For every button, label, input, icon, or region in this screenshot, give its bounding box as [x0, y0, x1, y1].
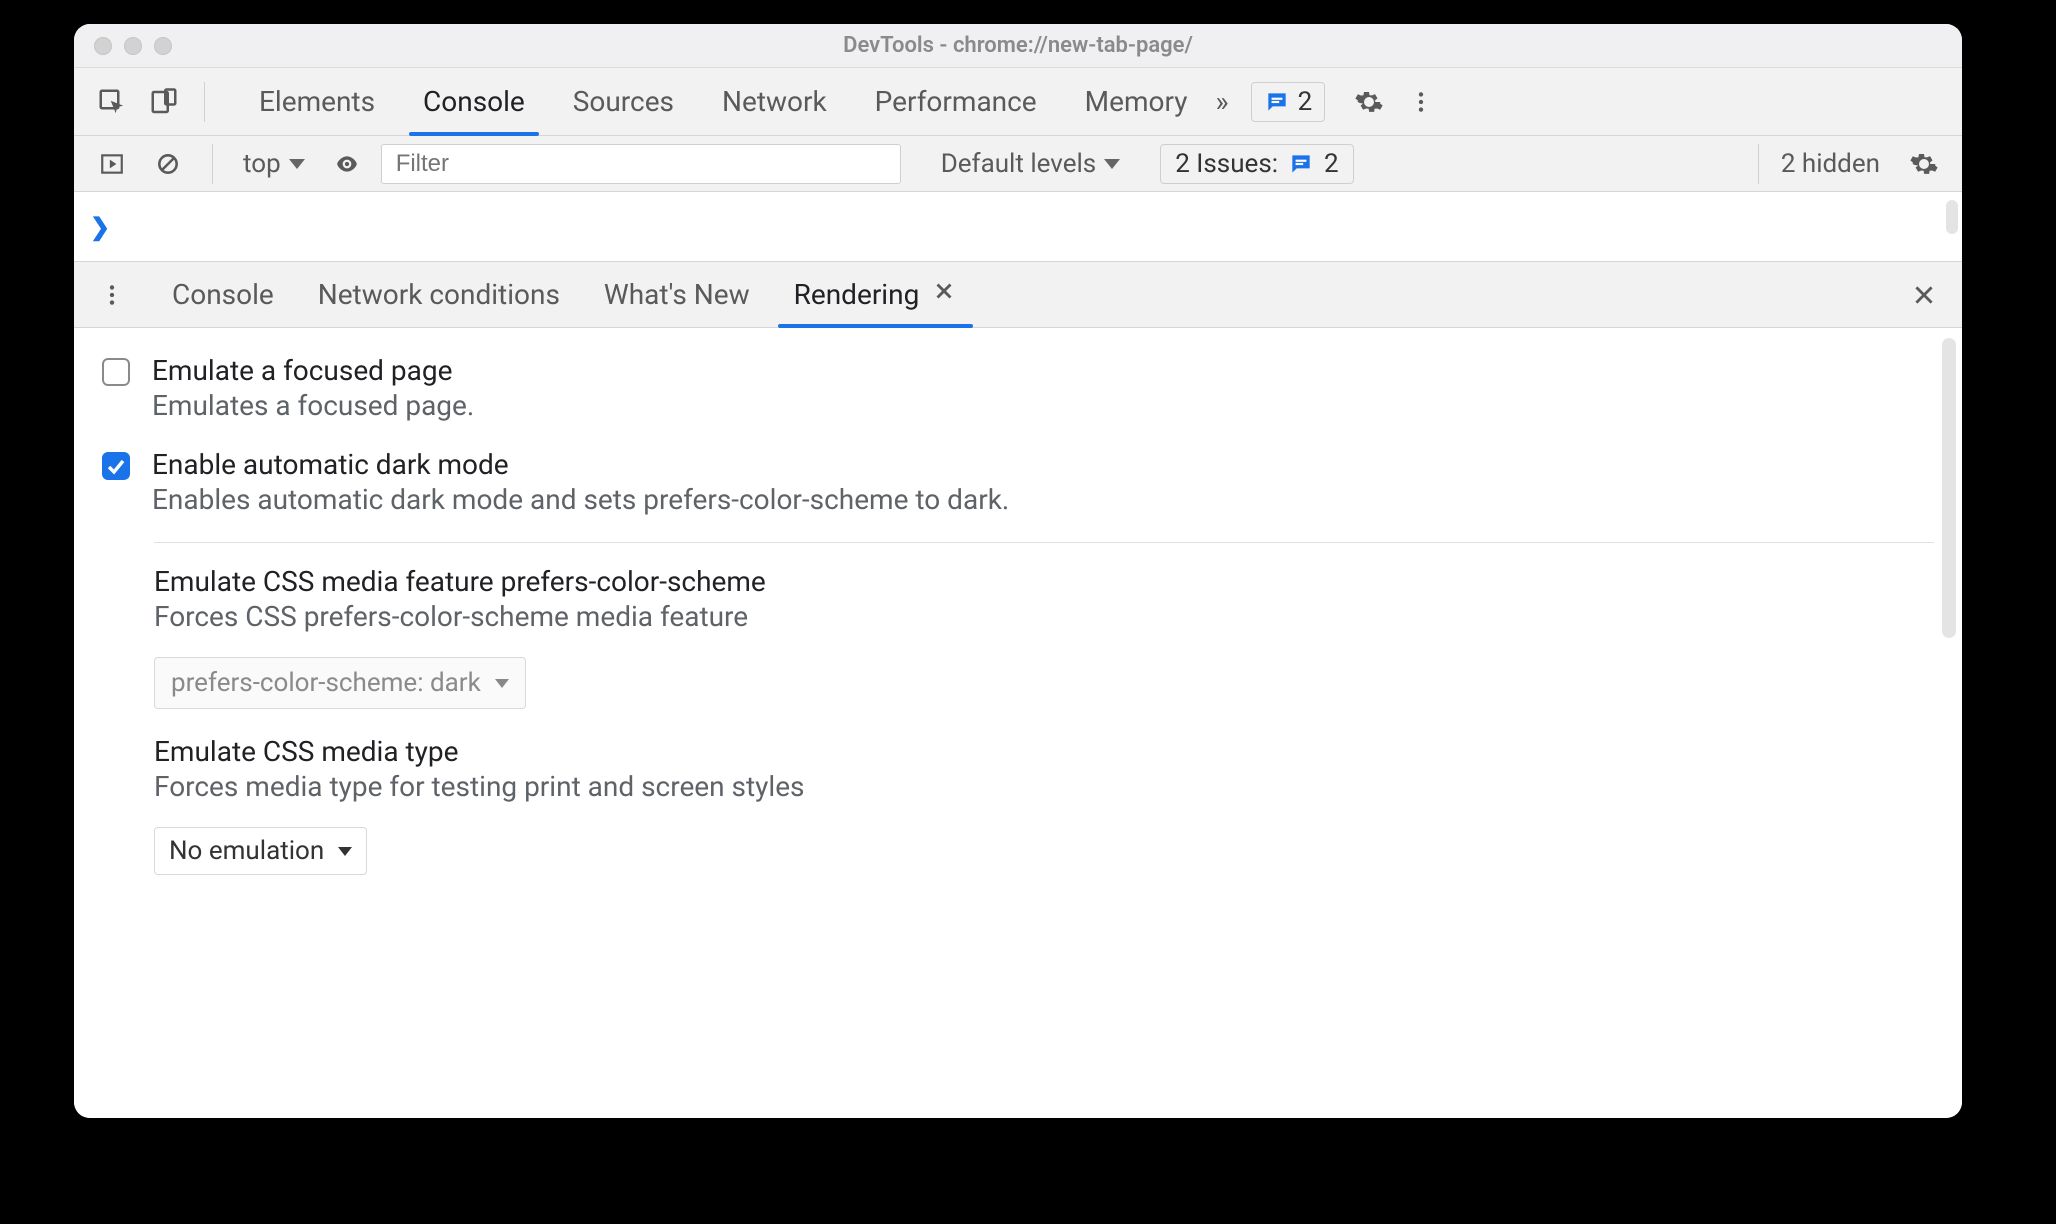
- more-tabs-button[interactable]: »: [1201, 85, 1242, 118]
- drawer-kebab-icon[interactable]: [90, 273, 134, 317]
- console-body[interactable]: ❯: [74, 192, 1962, 262]
- filter-input[interactable]: [381, 144, 901, 184]
- drawer-tab-network-conditions[interactable]: Network conditions: [312, 262, 566, 327]
- close-drawer-icon[interactable]: [1902, 273, 1946, 317]
- drawer-tab-rendering[interactable]: Rendering: [788, 262, 964, 327]
- checkbox-emulate-focused-page[interactable]: [102, 358, 130, 386]
- clear-console-icon[interactable]: [146, 142, 190, 186]
- messages-badge[interactable]: 2: [1251, 82, 1326, 122]
- separator: [212, 144, 213, 184]
- option-enable-dark-mode: Enable automatic dark mode Enables autom…: [102, 440, 1934, 534]
- tab-label: Network: [722, 85, 827, 118]
- issues-button[interactable]: 2 Issues: 2: [1160, 144, 1353, 184]
- context-selector[interactable]: top: [235, 149, 313, 179]
- separator: [204, 82, 205, 122]
- drawer-tab-console[interactable]: Console: [166, 262, 280, 327]
- main-tabs: Elements Console Sources Network Perform…: [253, 68, 1193, 135]
- live-expression-icon[interactable]: [325, 142, 369, 186]
- dropdown-media-type[interactable]: No emulation: [154, 827, 367, 875]
- tab-label: Performance: [875, 85, 1037, 118]
- device-toolbar-icon[interactable]: [142, 80, 186, 124]
- chevron-down-icon: [1104, 159, 1120, 169]
- chevron-down-icon: [495, 679, 509, 688]
- option-description: Enables automatic dark mode and sets pre…: [152, 483, 1009, 516]
- checkbox-enable-dark-mode[interactable]: [102, 452, 130, 480]
- section-media-type-title: Emulate CSS media type: [154, 735, 1934, 768]
- tab-label: Elements: [259, 85, 375, 118]
- log-levels-selector[interactable]: Default levels: [933, 149, 1129, 179]
- close-tab-icon[interactable]: [931, 278, 957, 311]
- tab-label: Rendering: [794, 278, 920, 311]
- dropdown-prefers-color-scheme[interactable]: prefers-color-scheme: dark: [154, 657, 526, 709]
- main-toolbar: Elements Console Sources Network Perform…: [74, 68, 1962, 136]
- devtools-window: DevTools - chrome://new-tab-page/ Elemen…: [74, 24, 1962, 1118]
- toggle-sidebar-icon[interactable]: [90, 142, 134, 186]
- context-label: top: [243, 149, 281, 179]
- option-title: Emulate a focused page: [152, 354, 474, 387]
- dropdown-value: No emulation: [169, 836, 324, 866]
- hidden-messages-label[interactable]: 2 hidden: [1781, 149, 1880, 179]
- option-description: Emulates a focused page.: [152, 389, 474, 422]
- chevron-down-icon: [338, 847, 352, 856]
- scrollbar[interactable]: [1942, 338, 1956, 638]
- tab-sources[interactable]: Sources: [567, 68, 680, 135]
- drawer-tabs: Console Network conditions What's New Re…: [74, 262, 1962, 328]
- tab-label: Memory: [1085, 85, 1188, 118]
- section-prefers-color-scheme-desc: Forces CSS prefers-color-scheme media fe…: [154, 600, 1934, 633]
- dropdown-value: prefers-color-scheme: dark: [171, 668, 481, 698]
- prompt-caret-icon: ❯: [86, 213, 110, 241]
- separator: [1758, 144, 1759, 184]
- tab-memory[interactable]: Memory: [1079, 68, 1194, 135]
- scrollbar[interactable]: [1946, 200, 1958, 234]
- log-levels-label: Default levels: [941, 149, 1097, 179]
- messages-count: 2: [1298, 87, 1313, 117]
- drawer-tab-whats-new[interactable]: What's New: [598, 262, 756, 327]
- tab-network[interactable]: Network: [716, 68, 833, 135]
- chevron-down-icon: [289, 159, 305, 169]
- option-title: Enable automatic dark mode: [152, 448, 1009, 481]
- issues-count: 2: [1324, 149, 1339, 179]
- option-emulate-focused-page: Emulate a focused page Emulates a focuse…: [102, 346, 1934, 440]
- tab-console[interactable]: Console: [417, 68, 531, 135]
- section-media-type-desc: Forces media type for testing print and …: [154, 770, 1934, 803]
- settings-icon[interactable]: [1347, 80, 1391, 124]
- titlebar: DevTools - chrome://new-tab-page/: [74, 24, 1962, 68]
- section-prefers-color-scheme-title: Emulate CSS media feature prefers-color-…: [154, 565, 1934, 598]
- tab-label: Console: [423, 85, 525, 118]
- inspect-element-icon[interactable]: [90, 80, 134, 124]
- tab-label: What's New: [604, 278, 750, 311]
- kebab-menu-icon[interactable]: [1399, 80, 1443, 124]
- tab-performance[interactable]: Performance: [869, 68, 1043, 135]
- rendering-pane: Emulate a focused page Emulates a focuse…: [74, 328, 1962, 1118]
- tab-label: Console: [172, 278, 274, 311]
- window-title: DevTools - chrome://new-tab-page/: [74, 33, 1962, 58]
- console-toolbar: top Default levels 2 Issues: 2 2 hidden: [74, 136, 1962, 192]
- issues-label: 2 Issues:: [1175, 149, 1278, 179]
- tab-elements[interactable]: Elements: [253, 68, 381, 135]
- divider: [154, 542, 1934, 543]
- tab-label: Network conditions: [318, 278, 560, 311]
- console-settings-icon[interactable]: [1902, 142, 1946, 186]
- tab-label: Sources: [573, 85, 674, 118]
